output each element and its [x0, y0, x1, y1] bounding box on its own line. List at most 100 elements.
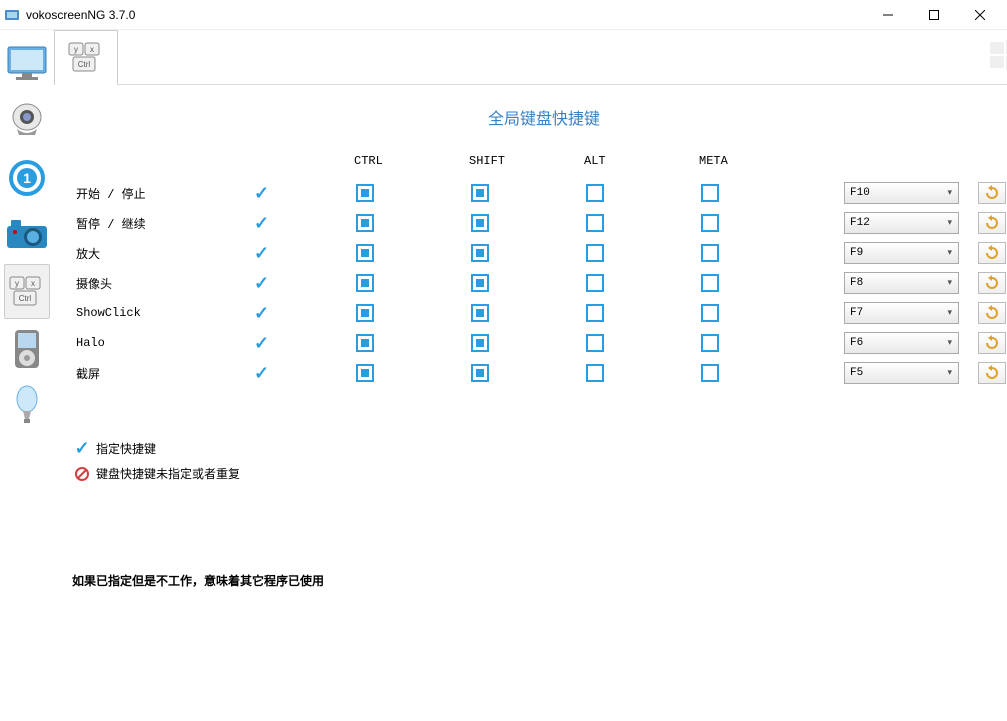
svg-text:x: x: [90, 45, 94, 54]
sidebar-tab-player[interactable]: [4, 321, 50, 376]
sidebar: 1 yxCtrl: [0, 30, 54, 721]
shortcut-label: 放大: [74, 245, 244, 262]
key-dropdown[interactable]: F8: [844, 272, 959, 294]
sub-tab-row: yxCtrl: [54, 30, 1007, 85]
assigned-indicator: ✓: [244, 333, 354, 354]
assigned-indicator: ✓: [244, 183, 354, 204]
maximize-button[interactable]: [911, 0, 957, 30]
key-dropdown[interactable]: F9: [844, 242, 959, 264]
main-panel: yxCtrl 全局键盘快捷键 CTRL SHIFT ALT META 开始 / …: [54, 30, 1007, 721]
svg-text:1: 1: [23, 170, 31, 186]
meta-checkbox[interactable]: [701, 304, 719, 322]
shift-checkbox[interactable]: [471, 334, 489, 352]
key-dropdown[interactable]: F5: [844, 362, 959, 384]
titlebar: vokoscreenNG 3.7.0: [0, 0, 1007, 30]
shortcut-row: 放大 ✓ F9: [74, 238, 1007, 268]
check-icon: ✓: [254, 333, 269, 354]
shortcut-row: 截屏 ✓ F5: [74, 358, 1007, 388]
meta-checkbox[interactable]: [701, 334, 719, 352]
reset-button[interactable]: [978, 242, 1006, 264]
svg-text:Ctrl: Ctrl: [19, 294, 32, 303]
header-shift: SHIFT: [469, 154, 584, 168]
shortcut-row: Halo ✓ F6: [74, 328, 1007, 358]
shortcut-label: ShowClick: [74, 306, 244, 320]
check-icon: ✓: [72, 438, 92, 459]
check-icon: ✓: [254, 363, 269, 384]
legend-conflict: 键盘快捷键未指定或者重复: [72, 465, 1007, 482]
sidebar-tab-shortcuts[interactable]: yxCtrl: [4, 264, 50, 319]
check-icon: ✓: [254, 243, 269, 264]
shift-checkbox[interactable]: [471, 364, 489, 382]
ctrl-checkbox[interactable]: [356, 364, 374, 382]
svg-text:y: y: [74, 45, 78, 54]
key-dropdown[interactable]: F7: [844, 302, 959, 324]
header-ctrl: CTRL: [354, 154, 469, 168]
app-icon: [4, 7, 20, 23]
shift-checkbox[interactable]: [471, 304, 489, 322]
minimize-button[interactable]: [865, 0, 911, 30]
ctrl-checkbox[interactable]: [356, 334, 374, 352]
meta-checkbox[interactable]: [701, 244, 719, 262]
meta-checkbox[interactable]: [701, 184, 719, 202]
window-title: vokoscreenNG 3.7.0: [26, 8, 865, 22]
legend-assigned-label: 指定快捷键: [96, 440, 156, 457]
svg-text:y: y: [15, 279, 19, 288]
header-meta: META: [699, 154, 814, 168]
grid-header: CTRL SHIFT ALT META: [74, 154, 1007, 168]
meta-checkbox[interactable]: [701, 364, 719, 382]
shortcut-label: 摄像头: [74, 275, 244, 292]
shift-checkbox[interactable]: [471, 274, 489, 292]
key-dropdown[interactable]: F12: [844, 212, 959, 234]
ctrl-checkbox[interactable]: [356, 214, 374, 232]
header-alt: ALT: [584, 154, 699, 168]
check-icon: ✓: [254, 303, 269, 324]
shortcut-row: 摄像头✓F8: [74, 268, 1007, 298]
page-title: 全局键盘快捷键: [54, 105, 1007, 129]
shift-checkbox[interactable]: [471, 214, 489, 232]
reset-button[interactable]: [978, 212, 1006, 234]
shortcut-label: 开始 / 停止: [74, 185, 244, 202]
sidebar-tab-info[interactable]: [4, 378, 50, 433]
alt-checkbox[interactable]: [586, 364, 604, 382]
windows-logo-icon: [988, 38, 1007, 77]
sidebar-tab-countdown[interactable]: 1: [4, 150, 50, 205]
alt-checkbox[interactable]: [586, 244, 604, 262]
footnote: 如果已指定但是不工作，意味着其它程序已使用: [72, 572, 1007, 589]
sidebar-tab-camera[interactable]: [4, 207, 50, 262]
shortcut-row: ShowClick ✓ F7: [74, 298, 1007, 328]
shortcut-label: 截屏: [74, 365, 244, 382]
alt-checkbox[interactable]: [586, 214, 604, 232]
legend-assigned: ✓ 指定快捷键: [72, 438, 1007, 459]
assigned-indicator: ✓: [244, 213, 354, 234]
sidebar-tab-screen[interactable]: [4, 36, 50, 91]
ctrl-checkbox[interactable]: [356, 244, 374, 262]
alt-checkbox[interactable]: [586, 334, 604, 352]
reset-button[interactable]: [978, 182, 1006, 204]
ctrl-checkbox[interactable]: [356, 274, 374, 292]
sidebar-tab-webcam[interactable]: [4, 93, 50, 148]
alt-checkbox[interactable]: [586, 184, 604, 202]
ctrl-checkbox[interactable]: [356, 304, 374, 322]
shortcut-label: 暂停 / 继续: [74, 215, 244, 232]
sub-tab-shortcuts[interactable]: yxCtrl: [54, 30, 118, 85]
shift-checkbox[interactable]: [471, 244, 489, 262]
close-button[interactable]: [957, 0, 1003, 30]
reset-button[interactable]: [978, 272, 1006, 294]
meta-checkbox[interactable]: [701, 274, 719, 292]
meta-checkbox[interactable]: [701, 214, 719, 232]
alt-checkbox[interactable]: [586, 274, 604, 292]
assigned-indicator: ✓: [244, 243, 354, 264]
legend: ✓ 指定快捷键 键盘快捷键未指定或者重复: [72, 438, 1007, 482]
key-dropdown[interactable]: F10: [844, 182, 959, 204]
forbidden-icon: [72, 466, 92, 482]
reset-button[interactable]: [978, 362, 1006, 384]
reset-button[interactable]: [978, 302, 1006, 324]
assigned-indicator: ✓: [244, 303, 354, 324]
alt-checkbox[interactable]: [586, 304, 604, 322]
reset-button[interactable]: [978, 332, 1006, 354]
shift-checkbox[interactable]: [471, 184, 489, 202]
shortcut-row: 暂停 / 继续✓ F12: [74, 208, 1007, 238]
shortcut-label: Halo: [74, 336, 244, 350]
ctrl-checkbox[interactable]: [356, 184, 374, 202]
key-dropdown[interactable]: F6: [844, 332, 959, 354]
